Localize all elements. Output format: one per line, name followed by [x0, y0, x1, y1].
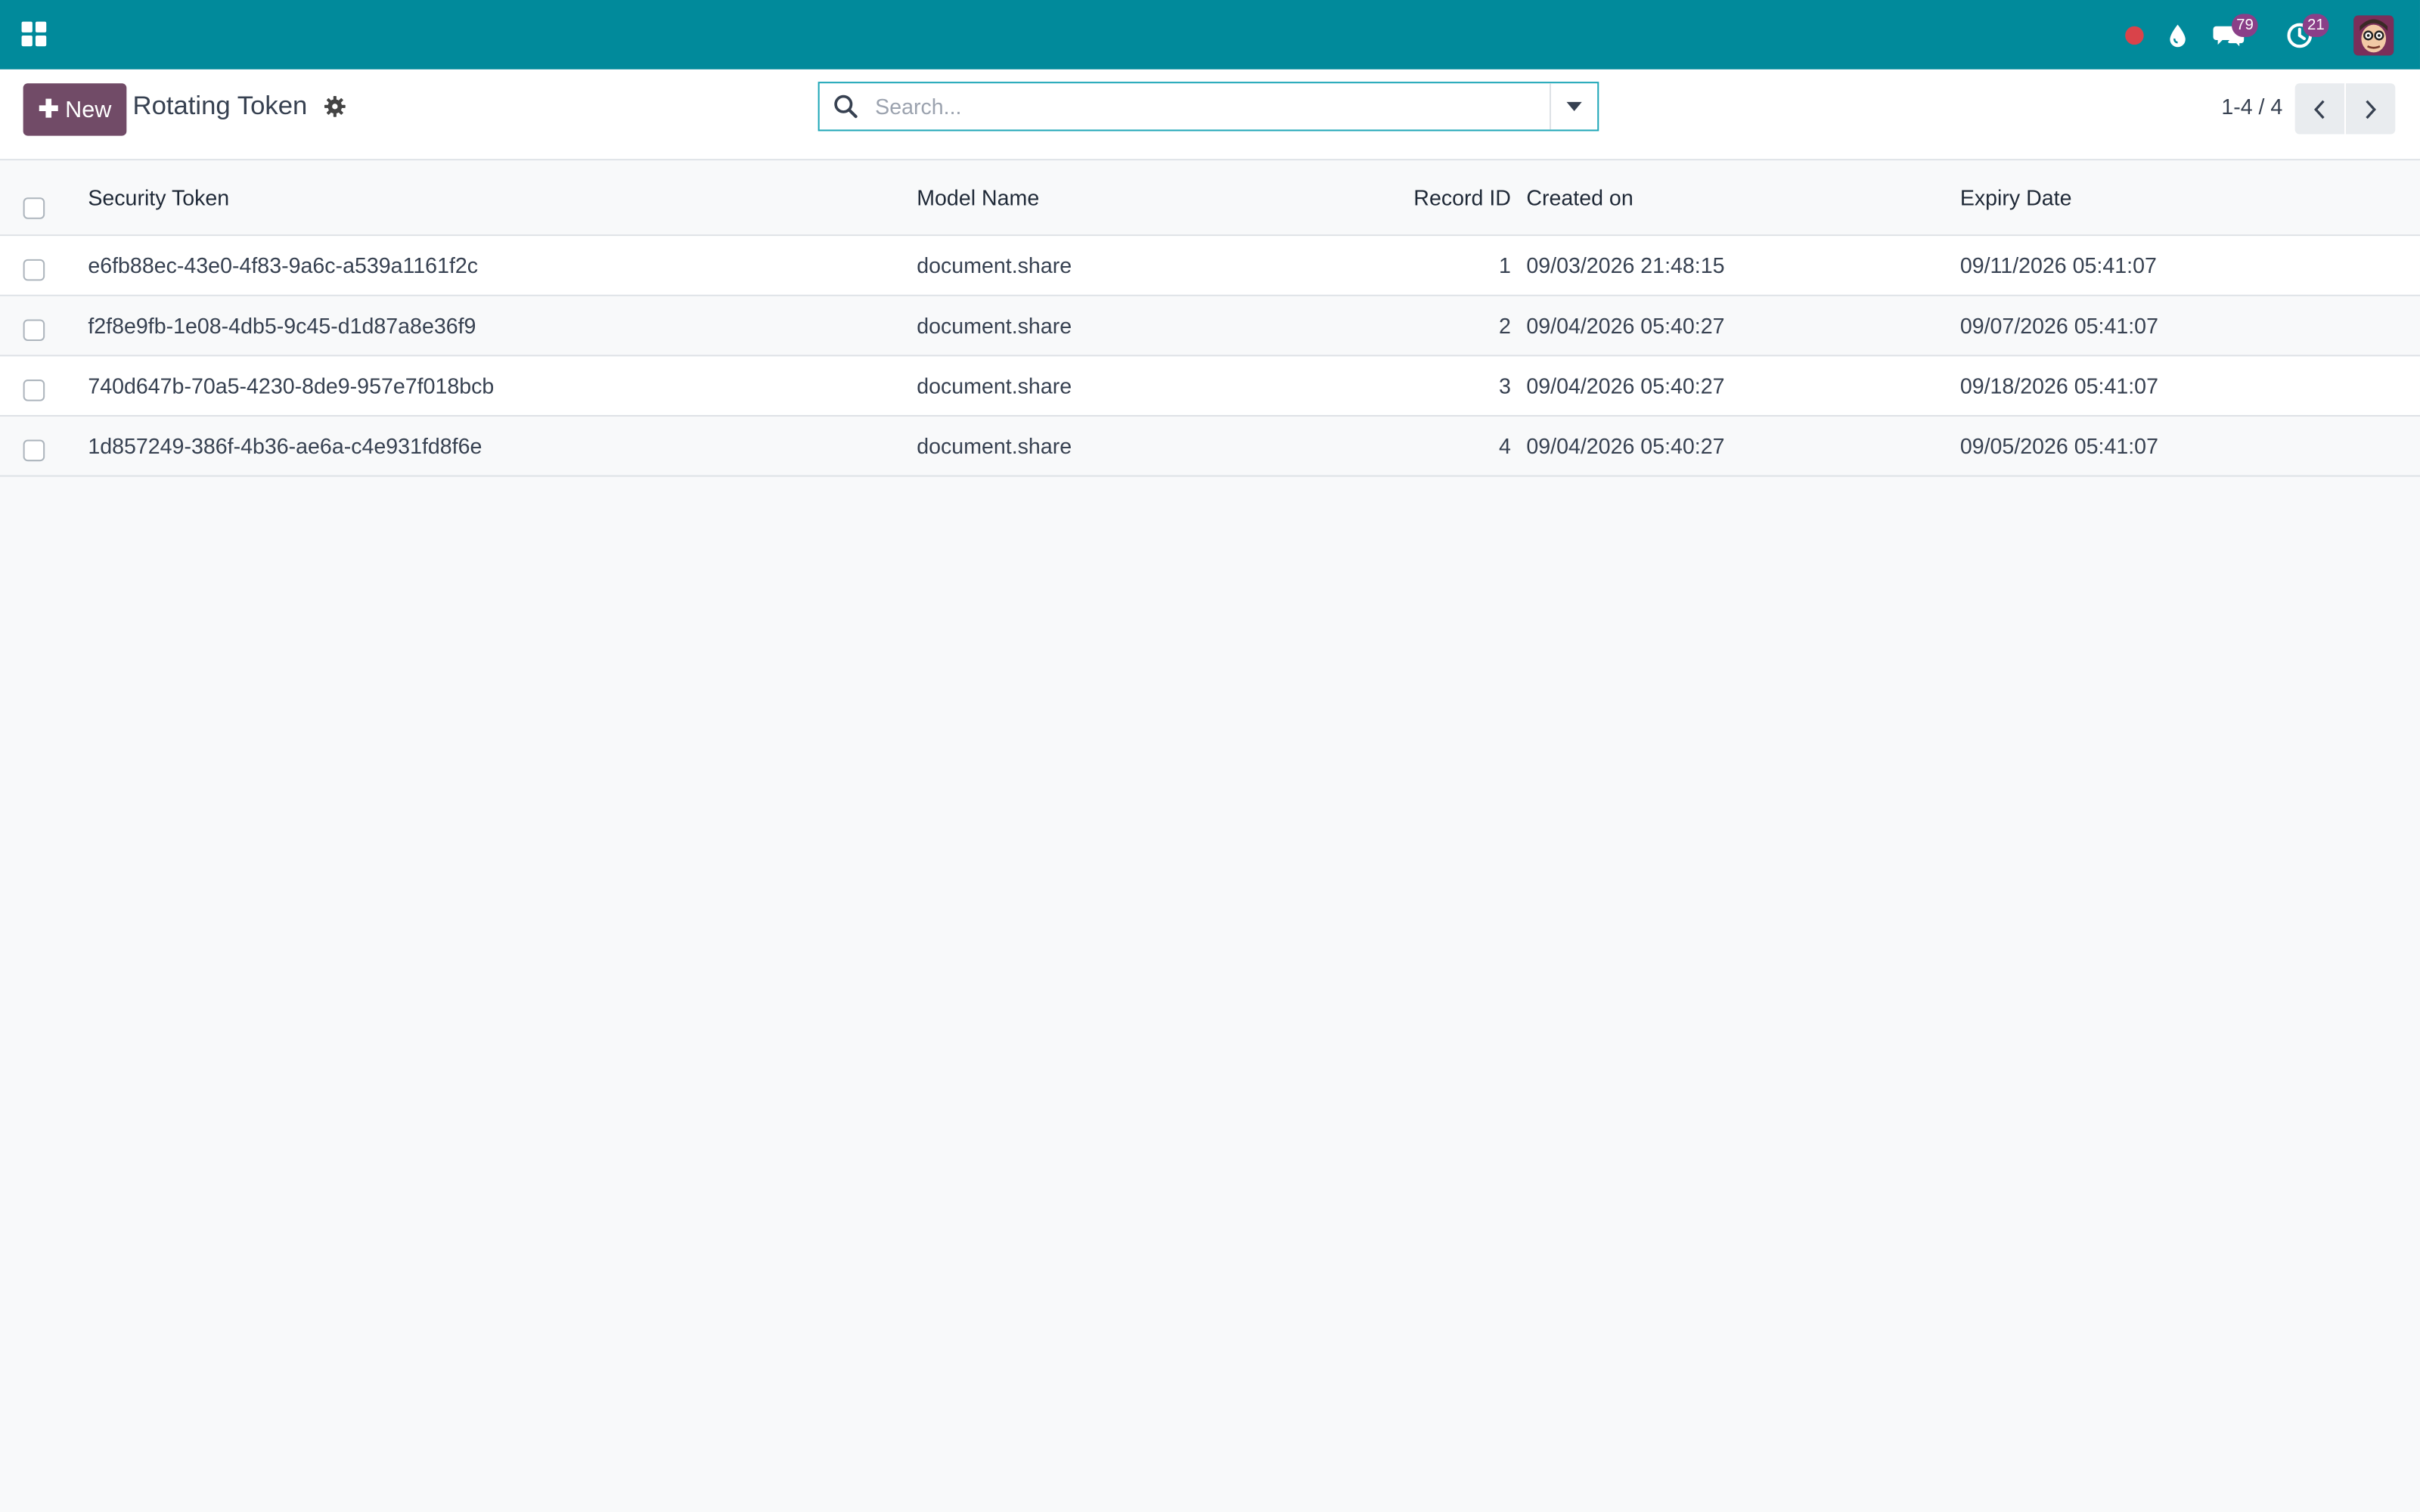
app-window: 79 21 ✚ New Rotating Token Search... 1-4…: [0, 0, 2420, 1512]
row-checkbox[interactable]: [23, 319, 45, 342]
caret-down-icon: [1566, 101, 1582, 111]
top-navbar: 79 21: [0, 0, 2420, 70]
grid-icon[interactable]: [20, 18, 51, 49]
row-select-cell: [23, 356, 51, 415]
select-all-checkbox[interactable]: [23, 197, 45, 219]
activities-badge: 21: [2302, 14, 2329, 37]
cell-created: 09/04/2026 05:40:27: [1526, 433, 1725, 459]
search-options-toggle[interactable]: [1549, 83, 1597, 130]
row-select-cell: [23, 236, 51, 295]
plus-icon: ✚: [38, 97, 59, 124]
row-checkbox[interactable]: [23, 380, 45, 401]
row-select-cell: [23, 417, 51, 476]
cell-model: document.share: [917, 373, 1072, 398]
cell-expiry: 09/07/2026 05:41:07: [1959, 313, 2158, 338]
cell-created: 09/04/2026 05:40:27: [1526, 313, 1725, 338]
pager-next-button[interactable]: [2346, 83, 2396, 135]
droplet-icon[interactable]: [2164, 0, 2192, 70]
gear-icon[interactable]: [323, 94, 348, 119]
column-header-expiry[interactable]: Expiry Date: [1960, 160, 2072, 234]
records-table: Security Token Model Name Record ID Crea…: [0, 160, 2420, 477]
row-checkbox[interactable]: [23, 439, 45, 462]
cell-token: 740d647b-70a5-4230-8de9-957e7f018bcb: [88, 373, 495, 398]
row-checkbox[interactable]: [23, 259, 45, 281]
cell-expiry: 09/11/2026 05:41:07: [1959, 253, 2157, 278]
page-title: Rotating Token: [132, 91, 308, 121]
table-row[interactable]: 1d857249-386f-4b36-ae6a-c4e931fd8f6e doc…: [0, 417, 2420, 477]
column-header-record-id[interactable]: Record ID: [1358, 160, 1511, 234]
avatar: [2353, 14, 2394, 55]
cell-record-id: 3: [1499, 373, 1511, 398]
user-menu[interactable]: [2352, 0, 2395, 70]
column-header-token[interactable]: Security Token: [88, 160, 229, 234]
chat-icon[interactable]: 79: [2210, 0, 2258, 70]
clock-icon[interactable]: 21: [2281, 0, 2329, 70]
record-indicator: [2125, 25, 2144, 45]
cell-model: document.share: [917, 313, 1072, 338]
new-button[interactable]: ✚ New: [23, 83, 127, 136]
chevron-right-icon: [2366, 99, 2376, 119]
pager-value[interactable]: 1-4 / 4: [2221, 94, 2282, 119]
column-header-model[interactable]: Model Name: [917, 160, 1039, 234]
record-dot-icon[interactable]: [2121, 0, 2149, 70]
table-header: Security Token Model Name Record ID Crea…: [0, 160, 2420, 237]
cell-record-id: 2: [1499, 313, 1511, 338]
column-header-created[interactable]: Created on: [1526, 160, 1633, 234]
search-icon: [833, 94, 858, 119]
cell-model: document.share: [917, 433, 1072, 459]
cell-token: f2f8e9fb-1e08-4db5-9c45-d1d87a8e36f9: [88, 313, 476, 338]
cell-token: e6fb88ec-43e0-4f83-9a6c-a539a1161f2c: [88, 253, 479, 278]
table-row[interactable]: f2f8e9fb-1e08-4db5-9c45-d1d87a8e36f9 doc…: [0, 296, 2420, 357]
cell-record-id: 1: [1499, 253, 1511, 278]
cell-created: 09/04/2026 05:40:27: [1526, 373, 1725, 398]
search-box: [818, 82, 1599, 132]
cell-expiry: 09/18/2026 05:41:07: [1959, 373, 2158, 398]
control-panel: ✚ New Rotating Token Search... 1-4 / 4: [0, 69, 2420, 161]
cell-created: 09/03/2026 21:48:15: [1526, 253, 1725, 278]
row-select-cell: [23, 296, 51, 355]
cell-expiry: 09/05/2026 05:41:07: [1959, 433, 2158, 459]
new-button-label: New: [65, 96, 112, 123]
search-input[interactable]: [875, 83, 1539, 130]
pager-previous-button[interactable]: [2294, 83, 2344, 135]
messages-badge: 79: [2231, 14, 2258, 37]
cell-model: document.share: [917, 253, 1072, 278]
table-row[interactable]: e6fb88ec-43e0-4f83-9a6c-a539a1161f2c doc…: [0, 236, 2420, 296]
table-row[interactable]: 740d647b-70a5-4230-8de9-957e7f018bcb doc…: [0, 356, 2420, 417]
cell-token: 1d857249-386f-4b36-ae6a-c4e931fd8f6e: [88, 433, 482, 459]
select-all-cell: [23, 160, 51, 234]
chevron-left-icon: [2314, 99, 2325, 119]
cell-record-id: 4: [1499, 433, 1511, 459]
